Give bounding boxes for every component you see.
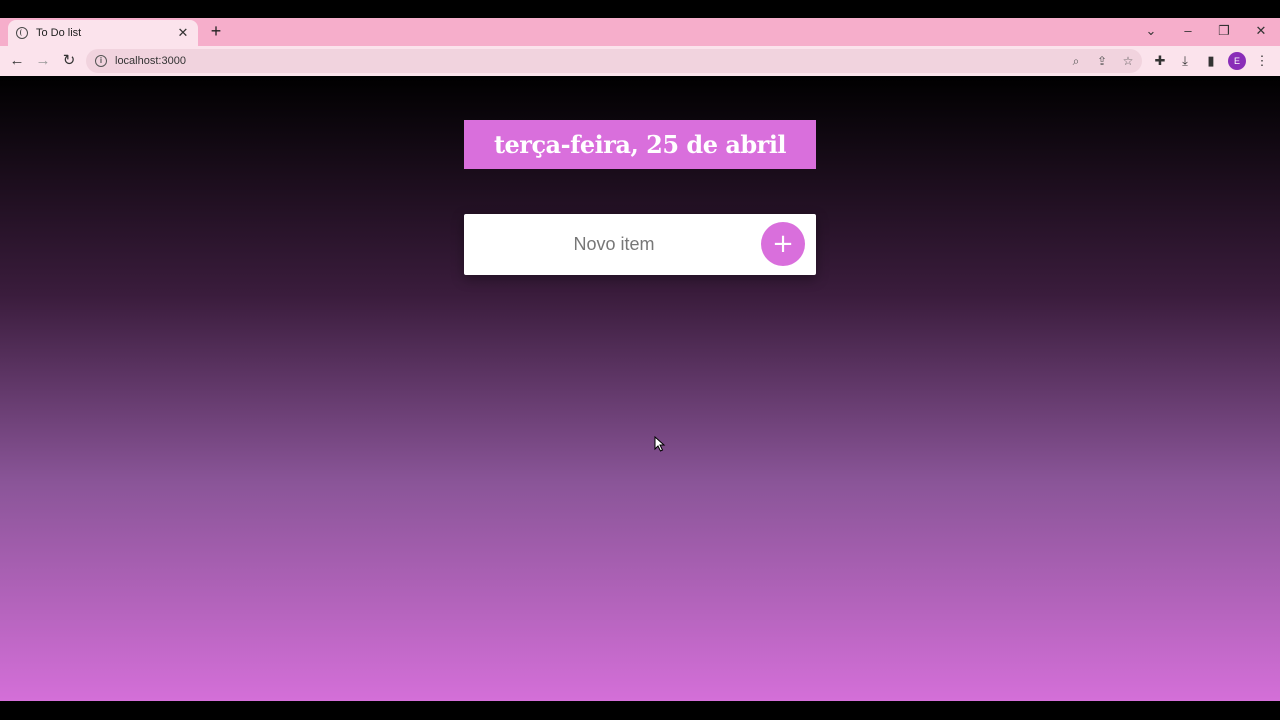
tab-title: To Do list bbox=[36, 27, 82, 39]
bookmark-star-icon[interactable]: ☆ bbox=[1120, 53, 1136, 69]
menu-kebab-icon[interactable]: ⋮ bbox=[1253, 52, 1271, 70]
browser-tab[interactable]: To Do list ✕ bbox=[8, 20, 198, 46]
browser-toolbar: ← → ↻ i localhost:3000 ⌕ ⇪ ☆ ✚ ⤓ ▮ E ⋮ bbox=[0, 46, 1280, 76]
info-icon[interactable]: i bbox=[95, 55, 107, 67]
address-bar[interactable]: i localhost:3000 ⌕ ⇪ ☆ bbox=[86, 49, 1142, 73]
minimize-button[interactable]: – bbox=[1179, 22, 1197, 40]
globe-icon bbox=[16, 27, 28, 39]
download-icon[interactable]: ⤓ bbox=[1176, 52, 1194, 70]
side-panel-icon[interactable]: ▮ bbox=[1202, 52, 1220, 70]
date-header: terça-feira, 25 de abril bbox=[464, 120, 816, 169]
date-heading: terça-feira, 25 de abril bbox=[493, 130, 787, 159]
share-icon[interactable]: ⇪ bbox=[1094, 53, 1110, 69]
browser-tabstrip: To Do list ✕ + ⌄ – ❐ ✕ bbox=[0, 18, 1280, 46]
profile-avatar[interactable]: E bbox=[1228, 52, 1246, 70]
new-tab-button[interactable]: + bbox=[207, 22, 225, 40]
forward-arrow-icon[interactable]: → bbox=[34, 52, 52, 70]
add-item-button[interactable]: + bbox=[761, 222, 805, 266]
close-window-button[interactable]: ✕ bbox=[1252, 22, 1270, 40]
tab-search-icon[interactable]: ⌄ bbox=[1142, 22, 1160, 40]
reload-icon[interactable]: ↻ bbox=[60, 52, 78, 70]
new-item-form: + bbox=[464, 214, 816, 275]
url-text: localhost:3000 bbox=[115, 55, 186, 67]
back-arrow-icon[interactable]: ← bbox=[8, 52, 26, 70]
extensions-icon[interactable]: ✚ bbox=[1151, 52, 1169, 70]
new-item-input[interactable] bbox=[464, 214, 764, 275]
screen-bottom-border bbox=[0, 701, 1280, 720]
screen-top-border bbox=[0, 0, 1280, 18]
tab-close-icon[interactable]: ✕ bbox=[176, 26, 190, 40]
restore-button[interactable]: ❐ bbox=[1215, 22, 1233, 40]
page-viewport: terça-feira, 25 de abril + bbox=[0, 76, 1280, 701]
zoom-icon[interactable]: ⌕ bbox=[1068, 53, 1084, 69]
mouse-cursor-icon bbox=[654, 436, 666, 452]
